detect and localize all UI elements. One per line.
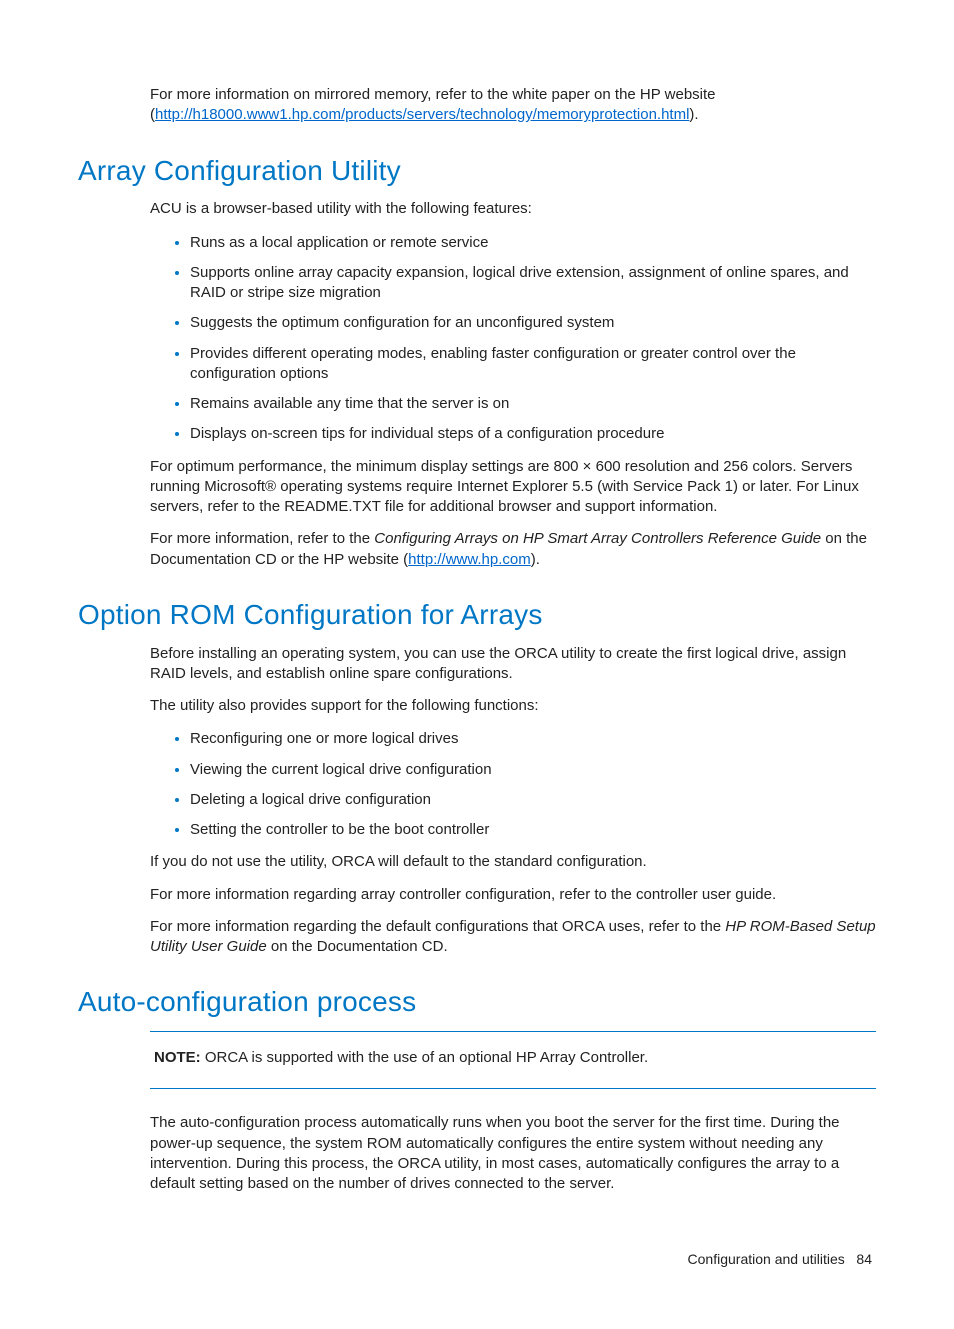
heading-orca: Option ROM Configuration for Arrays [78, 596, 876, 634]
orca-p5-post: on the Documentation CD. [267, 938, 448, 955]
orca-p4: For more information regarding array con… [150, 885, 876, 905]
list-item: Supports online array capacity expansion… [190, 262, 876, 304]
list-item: Viewing the current logical drive config… [190, 759, 876, 780]
intro-text: For more information on mirrored memory,… [150, 85, 876, 126]
footer-page-number: 84 [856, 1251, 872, 1267]
acu-p3-pre: For more information, refer to the [150, 530, 374, 547]
page-footer: Configuration and utilities 84 [78, 1250, 876, 1269]
note-label: NOTE: [154, 1049, 201, 1066]
intro-paragraph: For more information on mirrored memory,… [150, 85, 876, 126]
list-item: Provides different operating modes, enab… [190, 343, 876, 385]
heading-autoconfig: Auto-configuration process [78, 983, 876, 1021]
list-item: Setting the controller to be the boot co… [190, 819, 876, 840]
section-autoconfig: Auto-configuration process NOTE: ORCA is… [78, 983, 876, 1194]
acu-p3: For more information, refer to the Confi… [150, 529, 876, 570]
acu-p3-post: ). [531, 551, 540, 568]
acu-p2: For optimum performance, the minimum dis… [150, 457, 876, 518]
list-item: Remains available any time that the serv… [190, 393, 876, 414]
orca-p5: For more information regarding the defau… [150, 917, 876, 958]
acu-p3-link[interactable]: http://www.hp.com [408, 551, 531, 568]
autoconfig-p1: The auto-configuration process automatic… [150, 1113, 876, 1194]
orca-p3: If you do not use the utility, ORCA will… [150, 852, 876, 872]
orca-p5-pre: For more information regarding the defau… [150, 918, 725, 935]
list-item: Deleting a logical drive configuration [190, 789, 876, 810]
list-item: Runs as a local application or remote se… [190, 232, 876, 253]
acu-p1: ACU is a browser-based utility with the … [150, 199, 876, 219]
intro-post: ). [689, 106, 698, 123]
list-item: Suggests the optimum configuration for a… [190, 312, 876, 333]
note-text: ORCA is supported with the use of an opt… [201, 1049, 648, 1066]
list-item: Displays on-screen tips for individual s… [190, 423, 876, 444]
orca-p2: The utility also provides support for th… [150, 696, 876, 716]
note-box: NOTE: ORCA is supported with the use of … [150, 1031, 876, 1089]
acu-p3-italic: Configuring Arrays on HP Smart Array Con… [374, 530, 821, 547]
footer-section: Configuration and utilities [688, 1251, 845, 1267]
orca-p1: Before installing an operating system, y… [150, 644, 876, 685]
orca-bullet-list: Reconfiguring one or more logical drives… [150, 728, 876, 840]
acu-bullet-list: Runs as a local application or remote se… [150, 232, 876, 445]
list-item: Reconfiguring one or more logical drives [190, 728, 876, 749]
heading-acu: Array Configuration Utility [78, 152, 876, 190]
section-orca: Option ROM Configuration for Arrays Befo… [78, 596, 876, 958]
section-acu: Array Configuration Utility ACU is a bro… [78, 152, 876, 570]
intro-link[interactable]: http://h18000.www1.hp.com/products/serve… [155, 106, 689, 123]
